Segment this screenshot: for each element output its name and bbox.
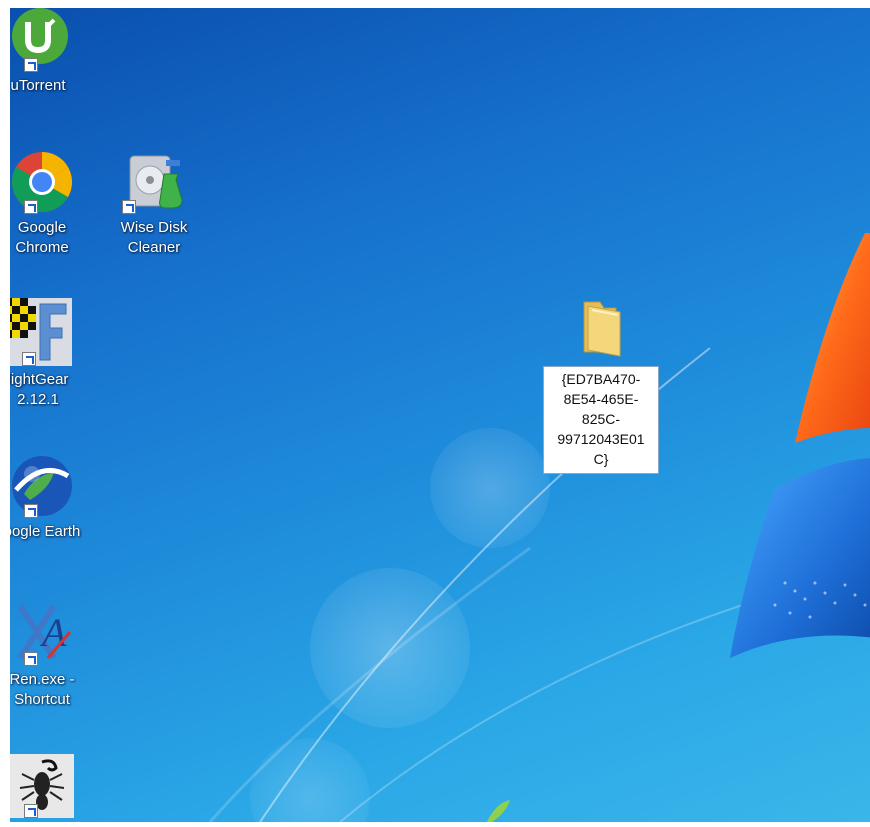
wallpaper-glow [310,568,470,728]
windows-logo [730,233,870,658]
desktop-icon-label-line1: Google [17,219,67,236]
folder-name-line: {ED7BA470- [561,371,641,387]
desktop-icon-label-line2: Shortcut [14,691,70,708]
desktop-icon-label-line2: 2.12.1 [17,391,59,408]
folder-name-line: 825C- [581,411,621,427]
wise-disk-cleaner-icon [122,150,186,214]
desktop-icon-flightgear[interactable]: lightGear 2.12.1 [10,298,84,410]
folder-rename-box[interactable]: {ED7BA470- 8E54-465E- 825C- 99712043E01 … [543,366,659,474]
desktop-folder[interactable]: {ED7BA470- 8E54-465E- 825C- 99712043E01 … [543,296,659,474]
wallpaper-glow [430,428,550,548]
desktop-icon-label-line1: Ren.exe - [10,671,75,688]
desktop-icon-scorpion[interactable] [10,754,88,822]
folder-icon [570,296,630,358]
desktop-icon-label: oogle Earth [10,523,81,540]
shortcut-arrow-icon [122,200,136,214]
desktop-icon-utorrent[interactable]: uTorrent [10,8,84,96]
folder-name-line: 8E54-465E- [563,391,639,407]
desktop-icon-label-line2: Cleaner [127,239,181,256]
desktop-icon-label-line1: Wise Disk [120,219,188,236]
desktop-icon-label-line2: Chrome [15,239,69,256]
svg-text:A: A [39,610,67,655]
shortcut-arrow-icon [24,804,38,818]
flightgear-icon [10,298,72,366]
desktop-icon-wise-disk-cleaner[interactable]: Wise Disk Cleaner [108,150,200,258]
shortcut-arrow-icon [24,652,38,666]
utorrent-icon [10,8,70,72]
chrome-icon [10,150,74,214]
desktop-icon-google-chrome[interactable]: Google Chrome [10,150,88,258]
folder-name-line: C} [593,451,609,467]
google-earth-icon [10,454,74,518]
folder-name-line: 99712043E01 [557,431,645,447]
shortcut-arrow-icon [24,504,38,518]
desktop[interactable]: uTorrent Google Chrome Wise Disk Cleaner… [10,8,870,822]
desktop-icon-google-earth[interactable]: oogle Earth [10,454,88,542]
wallpaper-leaf [486,800,510,822]
screenshot-frame: uTorrent Google Chrome Wise Disk Cleaner… [0,0,870,827]
shortcut-arrow-icon [24,58,38,72]
xren-icon: A [10,602,74,666]
shortcut-arrow-icon [24,200,38,214]
desktop-icon-label: uTorrent [10,77,66,94]
desktop-icon-label-line1: lightGear [10,371,69,388]
shortcut-arrow-icon [22,352,36,366]
desktop-icon-xren-shortcut[interactable]: A Ren.exe - Shortcut [10,602,88,710]
scorpion-icon [10,754,74,818]
wallpaper-glow [250,738,370,822]
